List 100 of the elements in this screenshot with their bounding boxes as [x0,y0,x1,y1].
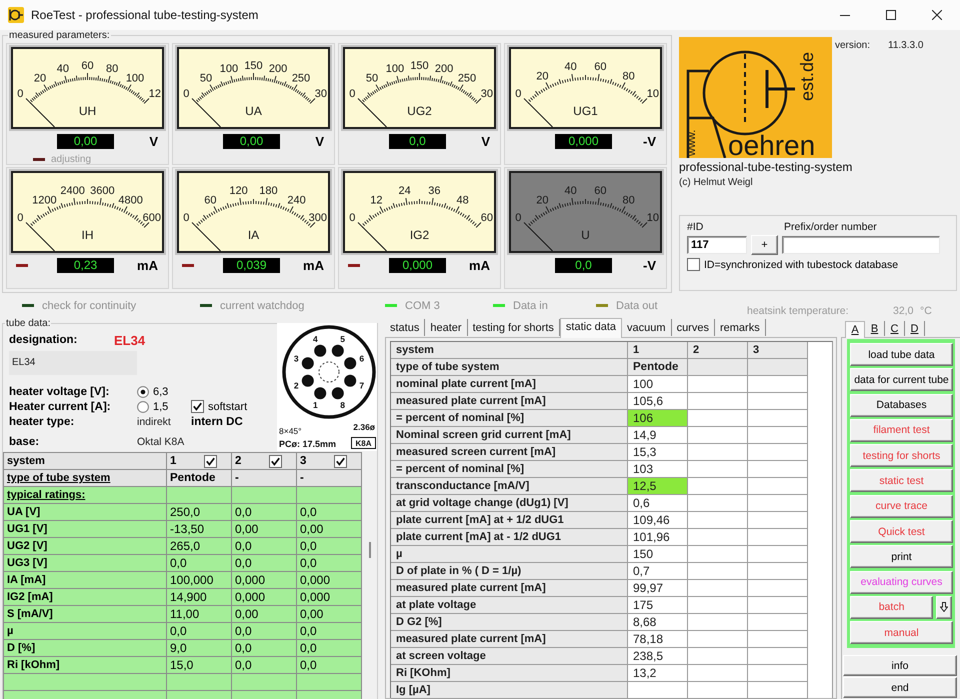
logo-text: oehren [728,130,816,158]
tab[interactable]: D [905,321,925,336]
tube-designation: EL34 [114,332,146,348]
tab[interactable]: heater [425,319,468,336]
scale-label: 50 [366,72,378,85]
field-label: heater voltage [V]: [9,386,110,398]
row-header: Ri [KOhm] [391,665,628,682]
tab[interactable]: A [845,321,865,338]
tab[interactable]: B [865,321,885,336]
action-button[interactable]: Databases [850,394,953,417]
status-label: COM 3 [405,300,440,312]
table-cell [232,487,297,504]
table-cell [748,393,808,410]
field-label: base: [9,436,40,448]
field-label: Heater current [A]: [9,400,112,412]
table-cell [748,597,808,614]
tab[interactable]: status [385,319,426,336]
table-cell: 12,5 [628,478,688,495]
group-label: tube data: [5,318,52,329]
prefix-field[interactable] [782,236,940,254]
table-cell: 0,000 [297,589,362,606]
table-cell: 9,0 [167,640,232,657]
column-header: 3 [748,342,808,359]
table-cell: Pentode [167,470,232,487]
scale-label: 0 [17,88,24,100]
unit-label: V [149,134,158,149]
action-button[interactable]: print [850,545,953,568]
pin [344,374,356,387]
action-button[interactable]: data for current tube [850,368,953,392]
status-label: heatsink temperature: [747,305,850,317]
checkbox[interactable] [269,454,282,468]
radio-button[interactable] [137,400,149,412]
scrollbar-thumb[interactable] [368,542,370,558]
table-cell [167,487,232,504]
column-label: 2 [235,454,242,469]
scale-label: 40 [564,61,577,74]
table-cell: 0,7 [628,563,688,580]
row-header: µ [4,623,167,640]
table-cell [748,614,808,631]
scale-label: 250 [458,72,476,85]
radio-button[interactable] [137,386,149,398]
table-cell: 106 [628,410,688,427]
pin [332,387,344,400]
table-cell: 0,0 [232,504,297,521]
table-cell: 0,00 [297,606,362,623]
table-cell [748,461,808,478]
checkbox[interactable] [687,258,700,271]
row-header: type of tube system [4,470,167,487]
pin-number: 8 [340,400,345,410]
checkbox[interactable] [191,400,204,413]
base-code: K8A [351,437,376,449]
action-button[interactable]: static test [850,469,953,492]
action-button[interactable]: manual [850,621,953,644]
table-cell: 0,0 [232,538,297,555]
row-header: UG1 [V] [4,521,167,538]
action-button[interactable]: load tube data [850,343,953,366]
key-outline [318,362,340,382]
action-button[interactable]: Quick test [850,520,953,544]
column-label: 1 [170,454,176,469]
tab[interactable]: vacuum [622,319,672,336]
table-cell [748,665,808,682]
meter-label: UG1 [573,104,598,118]
field-value: indirekt [137,416,172,428]
scale-label: 12 [148,88,161,100]
meter-label: IG2 [410,228,430,242]
footer-button[interactable]: end [843,677,957,698]
scale-label: 0 [349,88,356,100]
tab[interactable]: static data [560,318,622,338]
id-field[interactable]: 117 [687,236,747,254]
row-header: IA [mA] [4,572,167,589]
table-cell [748,682,808,699]
version-number: 11.3.3.0 [888,40,924,51]
tab[interactable]: curves [672,319,715,336]
checkbox[interactable] [204,454,217,468]
menu-button[interactable] [936,596,952,619]
row-header: measured plate current [mA] [391,631,628,648]
tab[interactable]: remarks [714,319,766,336]
footer-button[interactable]: info [843,655,957,676]
table-cell [748,359,808,376]
table-cell: 0,00 [232,521,297,538]
action-button[interactable]: testing for shorts [850,444,953,468]
table-cell: 0,6 [628,495,688,512]
action-button[interactable]: filament test [850,418,953,442]
checkbox-label: ID=synchronized with tubestock database [704,258,898,270]
action-button[interactable]: curve trace [850,494,953,518]
row-header: D G2 [%] [391,614,628,631]
row-header: D [%] [4,640,167,657]
checkbox[interactable] [334,454,347,468]
add-button[interactable]: + [751,235,778,255]
checkbox-label: softstart [208,400,248,412]
table-cell [748,376,808,393]
status-label: Data out [616,300,658,312]
table-cell [748,444,808,461]
table-cell: 0,00 [297,521,362,538]
scale-label: 100 [386,63,404,76]
action-button[interactable]: batch [850,596,934,619]
table-cell [748,478,808,495]
row-header: Ig [µA] [391,682,628,699]
status-label: adjusting [51,154,92,164]
tab[interactable]: C [885,321,905,336]
